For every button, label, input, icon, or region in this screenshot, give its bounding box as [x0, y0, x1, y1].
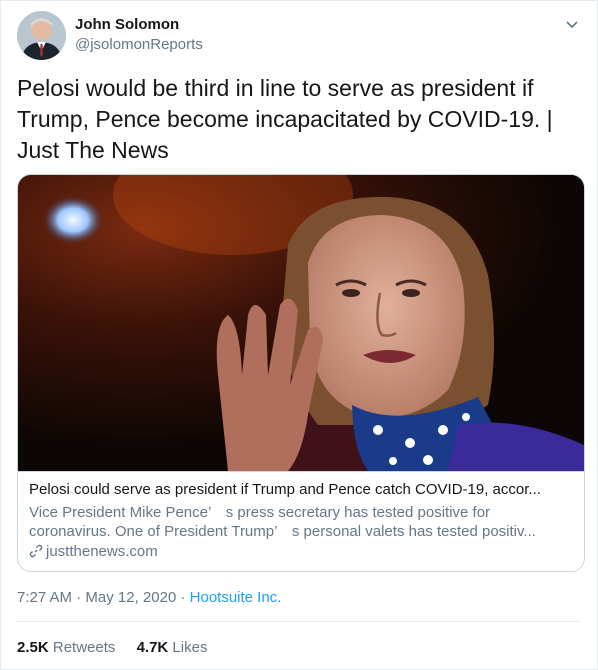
author-name[interactable]: John Solomon: [75, 16, 179, 33]
tweet-meta: 7:27 AM · May 12, 2020 · Hootsuite Inc.: [17, 589, 281, 606]
tweet-stats: 2.5K Retweets 4.7K Likes: [17, 639, 224, 656]
avatar[interactable]: [17, 11, 66, 60]
card-description-line: coronavirus. One of President Trump’ s p…: [29, 523, 536, 540]
tweet-source-link[interactable]: Hootsuite Inc.: [190, 589, 282, 606]
meta-separator: ·: [176, 589, 190, 606]
tweet-date[interactable]: May 12, 2020: [85, 589, 176, 606]
likes-label: Likes: [172, 639, 208, 656]
likes-count: 4.7K: [136, 639, 169, 656]
card-domain-text: justthenews.com: [46, 543, 158, 560]
link-card[interactable]: Pelosi could serve as president if Trump…: [17, 174, 585, 572]
author-handle[interactable]: @jsolomonReports: [75, 36, 203, 53]
link-icon: [29, 544, 43, 558]
card-description: Vice President Mike Pence’ s press secre…: [29, 503, 575, 541]
meta-separator: ·: [72, 589, 86, 606]
card-title[interactable]: Pelosi could serve as president if Trump…: [29, 481, 575, 498]
tweet-time[interactable]: 7:27 AM: [17, 589, 72, 606]
likes-stat[interactable]: 4.7K Likes: [137, 639, 208, 656]
retweets-count: 2.5K: [17, 639, 49, 656]
tweet-text: Pelosi would be third in line to serve a…: [17, 75, 553, 163]
chevron-down-icon[interactable]: [565, 17, 579, 31]
retweets-stat[interactable]: 2.5K Retweets: [17, 639, 115, 656]
card-image: [18, 175, 584, 471]
card-body: Pelosi could serve as president if Trump…: [18, 471, 584, 571]
divider: [17, 621, 581, 622]
tweet: John Solomon @jsolomonReports Pelosi wou…: [0, 0, 598, 670]
card-description-line: Vice President Mike Pence’ s press secre…: [29, 504, 491, 521]
tweet-header: John Solomon @jsolomonReports: [17, 11, 581, 63]
card-domain[interactable]: justthenews.com: [29, 543, 158, 560]
retweets-label: Retweets: [52, 639, 116, 656]
